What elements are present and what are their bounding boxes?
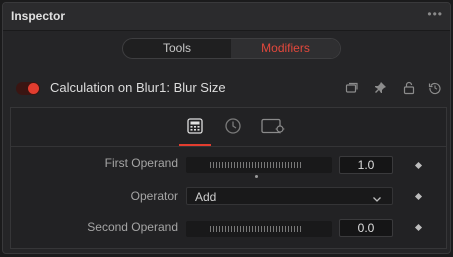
settings-panel-icon[interactable] <box>260 117 288 135</box>
toggle-knob <box>28 83 39 94</box>
operator-dropdown[interactable]: Add <box>186 187 393 205</box>
second-operand-value[interactable]: 0.0 <box>339 219 393 237</box>
control-tabs <box>11 108 446 147</box>
enable-toggle[interactable] <box>16 82 40 95</box>
slider-default-marker <box>255 175 258 178</box>
tab-tools[interactable]: Tools <box>123 39 231 58</box>
duplicate-icon[interactable] <box>345 81 359 95</box>
clock-icon[interactable] <box>222 117 244 135</box>
second-operand-slider[interactable] <box>186 221 332 237</box>
slider-ticks <box>210 162 302 168</box>
reset-icon[interactable] <box>428 81 442 95</box>
tools-modifiers-switch: Tools Modifiers <box>122 38 341 59</box>
window-title: Inspector <box>11 9 66 23</box>
first-operand-slider[interactable] <box>186 157 332 178</box>
chevron-down-icon <box>372 191 382 202</box>
operator-value: Add <box>195 190 217 204</box>
tab-modifiers[interactable]: Modifiers <box>231 39 340 58</box>
second-operand-label: Second Operand <box>87 220 178 234</box>
operator-label: Operator <box>130 189 178 203</box>
slider-ticks <box>210 226 302 232</box>
inspector-titlebar: Inspector ••• <box>3 3 450 31</box>
calculator-icon[interactable] <box>184 117 206 135</box>
selected-tab-indicator <box>179 144 211 146</box>
first-operand-label: First Operand <box>104 156 178 170</box>
more-options-icon[interactable]: ••• <box>427 7 443 21</box>
lock-icon[interactable] <box>402 81 416 95</box>
pin-icon[interactable] <box>373 81 387 95</box>
inspector-panel: Inspector ••• Tools Modifiers Calculatio… <box>2 2 451 254</box>
first-operand-value[interactable]: 1.0 <box>339 156 393 174</box>
modifier-title: Calculation on Blur1: Blur Size <box>50 80 226 95</box>
